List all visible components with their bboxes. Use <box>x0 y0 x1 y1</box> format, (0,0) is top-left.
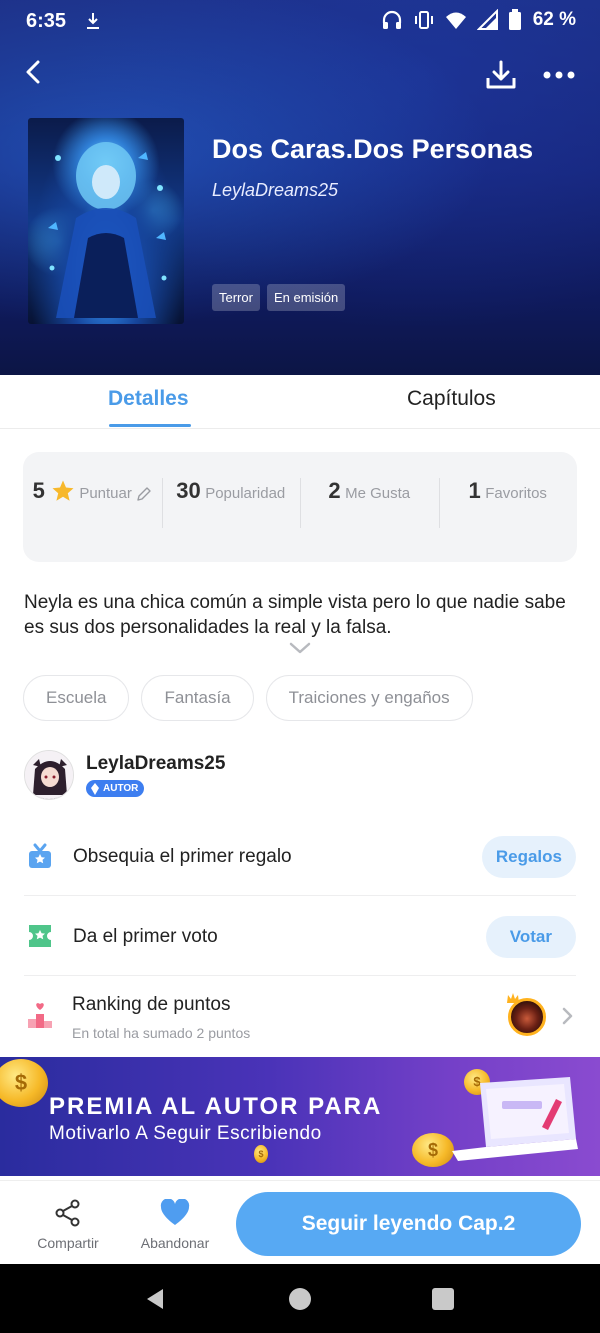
rating-value: 5 <box>32 478 45 503</box>
vote-label: Da el primer voto <box>73 926 218 947</box>
share-label: Compartir <box>37 1235 99 1251</box>
download-status-icon <box>87 13 99 29</box>
favorites-label: Favoritos <box>485 485 547 502</box>
download-icon[interactable] <box>484 58 518 92</box>
avatar-illustration <box>25 751 73 799</box>
crown-icon <box>507 993 519 1003</box>
popularity-value: 30 <box>176 478 201 503</box>
author-name[interactable]: LeylaDreams25 <box>86 753 225 775</box>
status-icons: 62 % <box>381 9 576 31</box>
stat-likes: 2 Me Gusta <box>300 476 439 538</box>
stat-popularity: 30 Popularidad <box>161 476 301 538</box>
star-icon <box>52 480 74 501</box>
book-cover <box>28 118 184 324</box>
banner-subheadline: Motivarlo A Seguir Escribiendo <box>49 1123 322 1144</box>
reward-author-banner[interactable]: $ $ $ $ PREMIA AL AUTOR PARA Motivarlo A… <box>0 1057 600 1176</box>
gift-row: Obsequia el primer regalo Regalos <box>24 836 576 896</box>
synopsis-text: Neyla es una chica común a simple vista … <box>24 592 566 638</box>
bottom-action-bar: Compartir Abandonar Seguir leyendo Cap.2 <box>0 1180 600 1264</box>
genre-tag[interactable]: Terror <box>212 284 260 311</box>
continue-reading-button[interactable]: Seguir leyendo Cap.2 <box>236 1192 581 1256</box>
more-icon[interactable] <box>540 60 578 90</box>
rating-label: Puntuar <box>79 485 132 502</box>
gift-icon <box>29 843 51 868</box>
wifi-icon <box>445 12 466 29</box>
genre-tags: Terror En emisión <box>212 284 346 311</box>
edit-pencil-icon <box>137 486 151 501</box>
topic-tag[interactable]: Fantasía <box>141 675 254 721</box>
status-bar: 6:35 62 % <box>0 0 600 44</box>
gift-label: Obsequia el primer regalo <box>73 846 292 867</box>
likes-label: Me Gusta <box>345 485 411 502</box>
headphones-icon <box>382 10 401 29</box>
stats-panel: 5 Puntuar 30 Popularidad 2 Me Gusta 1 Fa… <box>23 452 577 562</box>
active-tab-indicator <box>109 424 191 427</box>
stat-rating[interactable]: 5 Puntuar <box>23 476 162 538</box>
tab-bar: Detalles Capítulos <box>0 375 600 429</box>
topic-tag[interactable]: Traiciones y engaños <box>265 675 473 721</box>
back-arrow-icon[interactable] <box>18 56 50 88</box>
vote-button[interactable]: Votar <box>485 916 576 958</box>
popularity-label: Popularidad <box>205 485 286 502</box>
share-icon <box>55 1199 80 1227</box>
podium-icon <box>28 1003 52 1028</box>
coin-icon: $ <box>254 1145 268 1163</box>
system-nav-bar <box>0 1264 600 1333</box>
status-time: 6:35 <box>26 10 67 32</box>
heart-icon <box>160 1199 190 1225</box>
vote-ticket-icon <box>29 925 51 947</box>
battery-icon <box>508 9 521 30</box>
share-button[interactable]: Compartir <box>23 1199 113 1251</box>
chevron-right-icon <box>562 1007 573 1025</box>
signal-icon <box>476 9 498 30</box>
tab-details[interactable]: Detalles <box>108 387 189 411</box>
vote-row: Da el primer voto Votar <box>24 916 576 976</box>
ranking-subtitle: En total ha sumado 2 puntos <box>72 1025 251 1041</box>
stat-favorites: 1 Favoritos <box>438 476 578 538</box>
banner-headline: PREMIA AL AUTOR PARA <box>49 1093 383 1120</box>
pen-nib-icon <box>91 782 99 795</box>
author-badge-label: AUTOR <box>103 783 139 794</box>
topic-tag[interactable]: Escuela <box>23 675 130 721</box>
book-author[interactable]: LeylaDreams25 <box>212 180 338 201</box>
status-tag: En emisión <box>266 284 346 311</box>
cover-illustration <box>48 142 167 318</box>
ranking-row[interactable]: Ranking de puntos En total ha sumado 2 p… <box>24 988 576 1048</box>
ranking-label: Ranking de puntos <box>72 994 231 1015</box>
nav-back-icon[interactable] <box>143 1287 167 1311</box>
likes-value: 2 <box>328 478 341 503</box>
nav-recents-icon[interactable] <box>432 1288 454 1310</box>
chevron-down-icon[interactable] <box>288 640 312 656</box>
nav-home-icon[interactable] <box>289 1288 311 1310</box>
book-header: 6:35 62 % Dos Caras.Dos Personas LeylaDr… <box>0 0 600 375</box>
book-title: Dos Caras.Dos Personas <box>212 134 534 164</box>
gifts-button[interactable]: Regalos <box>481 836 576 878</box>
favorites-value: 1 <box>468 478 481 503</box>
battery-percent: 62 % <box>532 9 576 30</box>
abandon-button[interactable]: Abandonar <box>130 1199 220 1251</box>
author-avatar[interactable] <box>24 750 74 800</box>
vibrate-icon <box>414 11 433 29</box>
tab-chapters[interactable]: Capítulos <box>407 387 496 411</box>
coin-icon: $ <box>412 1133 454 1167</box>
abandon-label: Abandonar <box>140 1235 210 1251</box>
author-badge: AUTOR <box>86 780 145 797</box>
topic-tags: Escuela Fantasía Traiciones y engaños <box>23 675 473 721</box>
coin-icon: $ <box>0 1059 48 1107</box>
laptop-illustration <box>452 1077 578 1161</box>
